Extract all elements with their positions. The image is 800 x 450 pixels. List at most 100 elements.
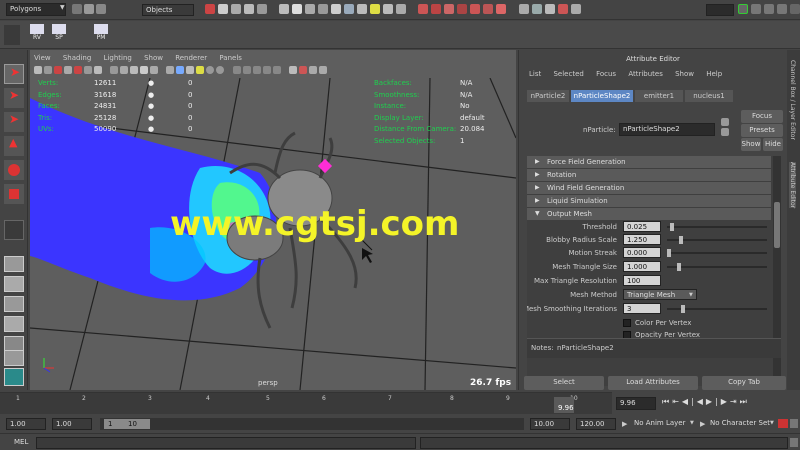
last-tool-icon[interactable] [4, 220, 24, 240]
menu-renderer[interactable]: Renderer [175, 54, 207, 62]
tab-emitter1[interactable]: emitter1 [635, 90, 683, 102]
character-set-dropdown[interactable]: No Character Set [710, 419, 772, 427]
presets-button[interactable]: Presets [741, 124, 783, 137]
move-tool-icon[interactable]: ▲ [4, 136, 24, 156]
menu-lighting[interactable]: Lighting [104, 54, 132, 62]
mesh-smoothing-iterations-slider[interactable] [667, 305, 767, 313]
hide-button[interactable]: Hide [763, 138, 783, 151]
copy-tab-button[interactable]: Copy Tab [702, 376, 786, 390]
menu-focus[interactable]: Focus [596, 70, 616, 78]
auto-key-icon[interactable] [778, 419, 788, 428]
file-icons[interactable] [72, 4, 106, 16]
section-wind-field-generation[interactable]: Wind Field Generation [527, 182, 771, 194]
show-button[interactable]: Show [741, 138, 761, 151]
hud-poly-count: Verts: 12611 ● 0 Edges: 31618 ● 0 Faces: 24831 ●… [38, 79, 193, 133]
node-name-field[interactable]: nParticleShape2 [619, 123, 715, 136]
panel-toggle-icons[interactable] [738, 4, 800, 16]
tab-nparticleshape2[interactable]: nParticleShape2 [571, 90, 633, 102]
menu-attributes[interactable]: Attributes [628, 70, 663, 78]
selection-mask-dropdown[interactable]: Objects [142, 4, 194, 16]
motion-streak-field[interactable]: 0.000 [623, 247, 661, 258]
mesh-triangle-size-slider[interactable] [667, 263, 767, 271]
section-liquid-simulation[interactable]: Liquid Simulation [527, 195, 771, 207]
anim-layer-dropdown[interactable]: No Anim Layer [634, 419, 694, 427]
viewport-icon-bar[interactable] [34, 66, 514, 77]
slider-knob[interactable] [676, 263, 681, 271]
go-to-start-icon[interactable]: ⏮ [662, 397, 672, 406]
tab-channel-box[interactable]: Channel Box / Layer Editor [789, 60, 796, 140]
layout-hypershade-icon[interactable] [4, 350, 24, 366]
menu-view[interactable]: View [34, 54, 51, 62]
preferences-icon[interactable] [790, 419, 798, 428]
slider-knob[interactable] [669, 223, 674, 231]
paint-tool-icon[interactable]: ➤ [4, 112, 24, 132]
time-slider[interactable]: 1 2 3 4 5 6 7 8 9 10 9.96 [0, 392, 612, 414]
input-output-icons[interactable] [721, 118, 729, 136]
slider-knob[interactable] [667, 249, 671, 257]
slider-knob[interactable] [681, 305, 686, 313]
section-force-field-generation[interactable]: Force Field Generation [527, 156, 771, 168]
tab-nparticle2[interactable]: nParticle2 [527, 90, 569, 102]
blobby-radius-scale-field[interactable]: 1.250 [623, 234, 661, 245]
step-forward-icon[interactable]: |▶ [715, 397, 730, 406]
mesh-triangle-size-field[interactable]: 1.000 [623, 261, 661, 272]
scale-tool-icon[interactable] [4, 184, 24, 204]
mesh-method-dropdown[interactable]: Triangle Mesh [623, 289, 697, 300]
select-tool-icon[interactable]: ➤ [4, 64, 24, 84]
blobby-radius-scale-slider[interactable] [667, 236, 767, 244]
step-forward-key-icon[interactable]: ⇥ [730, 397, 740, 406]
shelf-button-sp[interactable]: SP [50, 24, 68, 46]
menu-show[interactable]: Show [675, 70, 694, 78]
command-input[interactable] [36, 437, 416, 449]
layout-two-icon[interactable] [4, 296, 24, 312]
menu-selected[interactable]: Selected [553, 70, 583, 78]
playback-start-field[interactable]: 1.00 [52, 418, 92, 430]
mel-label[interactable]: MEL [14, 438, 28, 446]
menu-show[interactable]: Show [144, 54, 163, 62]
playback-end-field[interactable]: 10.00 [530, 418, 570, 430]
layout-persp-graph-icon[interactable] [4, 316, 24, 332]
script-editor-icon[interactable] [790, 438, 798, 447]
menu-help[interactable]: Help [706, 70, 722, 78]
max-triangle-resolution-field[interactable]: 100 [623, 275, 661, 286]
playback-controls[interactable]: ⏮⇤◀|◀▶|▶⇥⏭ [662, 397, 800, 410]
step-back-icon[interactable]: ◀| [682, 397, 697, 406]
search-input[interactable] [706, 4, 734, 16]
go-to-end-icon[interactable]: ⏭ [740, 397, 750, 406]
notes-area[interactable]: Notes: nParticleShape2 [527, 338, 781, 358]
threshold-slider[interactable] [667, 223, 767, 231]
mode-dropdown[interactable]: Polygons [6, 3, 66, 16]
lasso-tool-icon[interactable]: ➤ [4, 88, 24, 108]
menu-panels[interactable]: Panels [219, 54, 242, 62]
menu-shading[interactable]: Shading [63, 54, 91, 62]
step-back-key-icon[interactable]: ⇤ [672, 397, 682, 406]
menu-list[interactable]: List [529, 70, 541, 78]
section-rotation[interactable]: Rotation [527, 169, 771, 181]
motion-streak-slider[interactable] [667, 249, 767, 257]
animation-end-field[interactable]: 120.00 [576, 418, 616, 430]
render-view-icon[interactable] [4, 368, 24, 386]
load-attributes-button[interactable]: Load Attributes [608, 376, 698, 390]
tab-nucleus1[interactable]: nucleus1 [685, 90, 733, 102]
slider-knob[interactable] [678, 236, 683, 244]
section-output-mesh[interactable]: Output Mesh [527, 208, 771, 220]
rotate-tool-icon[interactable] [4, 160, 24, 180]
shelf-tab-strip[interactable] [4, 25, 20, 45]
shelf-button-rv[interactable]: RV [28, 24, 46, 46]
shelf-button-pm[interactable]: PM [92, 24, 110, 46]
tab-attribute-editor-side[interactable]: Attribute Editor [789, 162, 796, 209]
current-frame-field[interactable]: 9.96 [616, 397, 656, 410]
play-forward-icon[interactable]: ▶ [706, 397, 715, 406]
viewport-panel[interactable]: View Shading Lighting Show Renderer Pane… [30, 50, 516, 390]
layout-four-icon[interactable] [4, 276, 24, 292]
layout-single-icon[interactable] [4, 256, 24, 272]
threshold-field[interactable]: 0.025 [623, 221, 661, 232]
snap-toolbar[interactable] [205, 4, 584, 16]
range-slider[interactable]: 1 10 [100, 418, 524, 430]
play-back-icon[interactable]: ◀ [697, 397, 706, 406]
select-button[interactable]: Select [524, 376, 604, 390]
mesh-smoothing-iterations-field[interactable]: 3 [623, 303, 661, 314]
animation-start-field[interactable]: 1.00 [6, 418, 46, 430]
focus-button[interactable]: Focus [741, 110, 783, 123]
color-per-vertex-checkbox[interactable] [623, 319, 631, 327]
